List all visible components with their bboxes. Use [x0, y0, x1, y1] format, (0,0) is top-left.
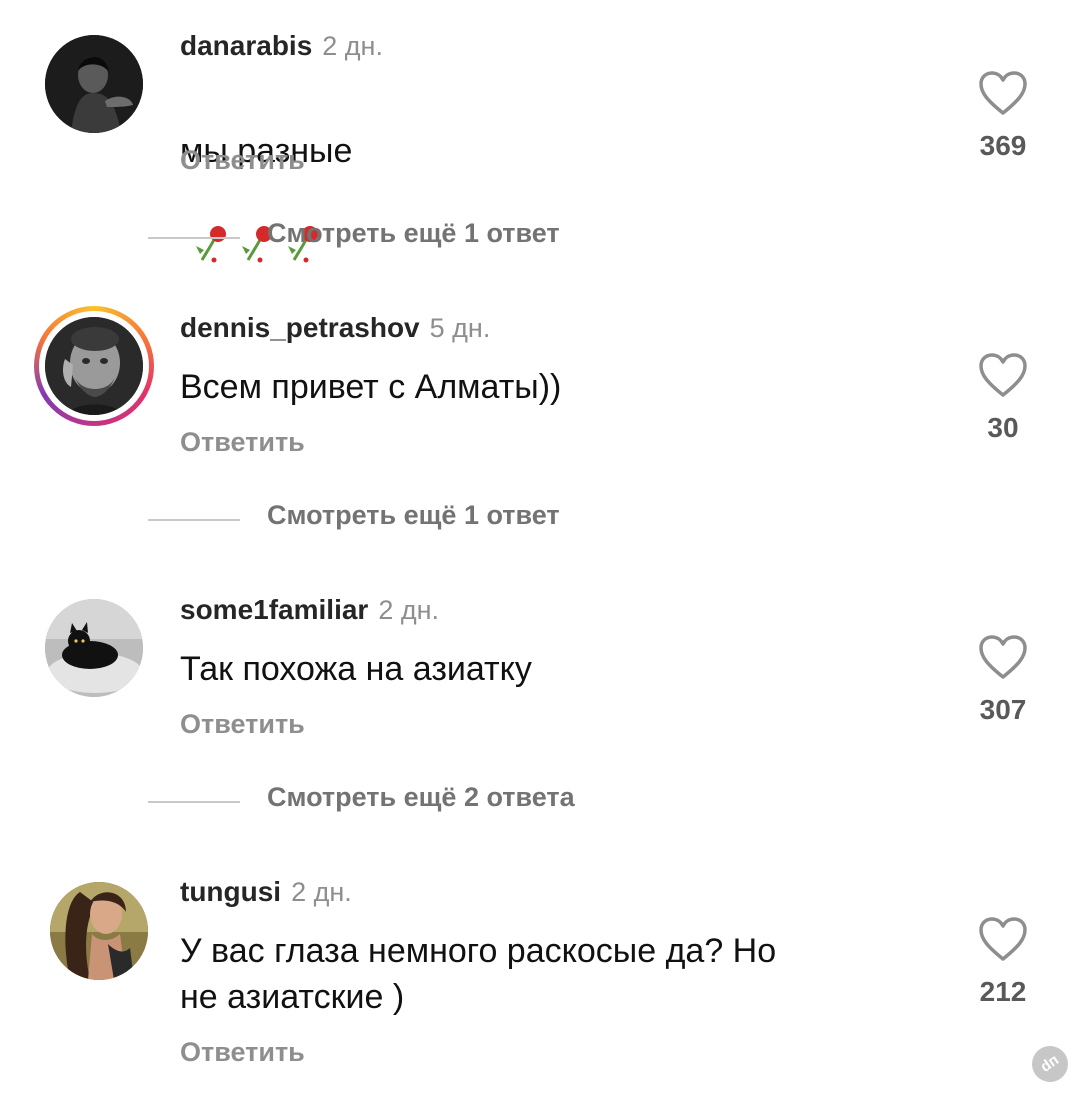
reply-button[interactable]: Ответить [180, 427, 305, 458]
heart-icon [979, 635, 1027, 679]
comment-text: У вас глаза немного раскосые да? Но не а… [180, 932, 777, 1016]
like-count: 307 [979, 694, 1027, 725]
view-more-replies[interactable]: Смотреть ещё 1 ответ [148, 500, 748, 540]
user-avatar-icon [50, 882, 148, 980]
user-avatar-icon [45, 599, 143, 697]
avatar[interactable] [45, 35, 143, 133]
user-avatar-icon [45, 35, 143, 133]
comment-text: Так похожа на азиатку [180, 650, 532, 688]
comment-text: Всем привет с Алматы)) [180, 368, 562, 406]
comment-username[interactable]: tungusi 2 дн. [180, 876, 352, 908]
like-button[interactable] [978, 352, 1028, 398]
username-text[interactable]: dennis_petrashov [180, 312, 420, 343]
reply-button[interactable]: Ответить [180, 709, 305, 740]
replies-divider [148, 519, 240, 521]
reply-button[interactable]: Ответить [180, 145, 305, 176]
view-more-replies-text[interactable]: Смотреть ещё 1 ответ [267, 218, 560, 249]
like-button[interactable] [978, 70, 1028, 116]
replies-divider [148, 801, 240, 803]
reply-button[interactable]: Ответить [180, 1037, 305, 1068]
user-avatar-icon [45, 317, 143, 415]
avatar[interactable] [45, 317, 143, 415]
like-count: 212 [979, 976, 1027, 1007]
like-button[interactable] [978, 634, 1028, 680]
username-text[interactable]: danarabis [180, 30, 312, 61]
comment-username[interactable]: danarabis 2 дн. [180, 30, 383, 62]
heart-icon [979, 917, 1027, 961]
heart-icon [979, 71, 1027, 115]
avatar[interactable] [45, 599, 143, 697]
comment-time: 2 дн. [322, 31, 383, 61]
heart-icon [979, 353, 1027, 397]
comment-time: 2 дн. [378, 595, 440, 625]
view-more-replies[interactable]: Смотреть ещё 1 ответ [148, 218, 748, 258]
view-more-replies-text[interactable]: Смотреть ещё 2 ответа [267, 782, 575, 813]
comment-time: 2 дн. [291, 877, 352, 907]
view-more-replies-text[interactable]: Смотреть ещё 1 ответ [267, 500, 560, 531]
like-button[interactable] [978, 916, 1028, 962]
comment-username[interactable]: dennis_petrashov 5 дн. [180, 312, 490, 344]
watermark-logo: dп [1024, 1038, 1076, 1090]
comment-username[interactable]: some1familiar 2 дн. [180, 594, 439, 626]
like-count: 369 [979, 130, 1027, 161]
username-text[interactable]: tungusi [180, 876, 281, 907]
comment-time: 5 дн. [429, 313, 491, 343]
username-text[interactable]: some1familiar [180, 594, 368, 625]
replies-divider [148, 237, 240, 239]
like-count: 30 [987, 412, 1019, 443]
avatar[interactable] [50, 882, 148, 980]
view-more-replies[interactable]: Смотреть ещё 2 ответа [148, 782, 748, 822]
